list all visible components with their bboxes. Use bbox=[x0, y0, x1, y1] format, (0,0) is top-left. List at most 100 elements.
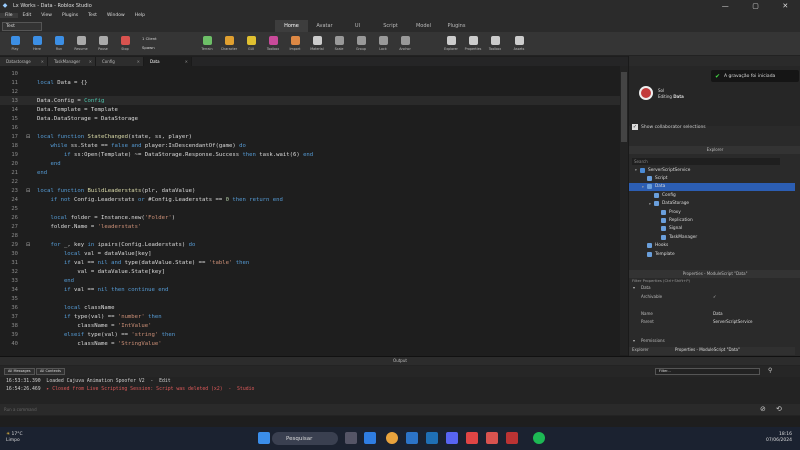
collaborator-selections-toggle[interactable]: ✓ Show collaborator selections bbox=[632, 124, 706, 130]
menu-test[interactable]: Test bbox=[83, 13, 102, 18]
code-line[interactable]: 22 bbox=[0, 177, 628, 186]
code-line[interactable]: 13 Data.Config = Config bbox=[0, 96, 628, 105]
code-line[interactable]: 32 val = dataValue.State[key] bbox=[0, 267, 628, 276]
mode-selector[interactable]: Test bbox=[2, 21, 42, 31]
explorer-item[interactable]: ▾ DataStorage bbox=[629, 200, 795, 208]
menu-file[interactable]: File bbox=[0, 13, 18, 18]
ribbon-button-play[interactable]: Play bbox=[4, 34, 26, 54]
spawn-dropdown[interactable]: Spawn bbox=[142, 45, 155, 50]
ribbon-button-toolbox[interactable]: Toolbox bbox=[262, 34, 284, 54]
close-tab-icon[interactable]: ✕ bbox=[185, 59, 188, 64]
script-editor[interactable]: 40 className = 'StringValue' 39 elseif ty… bbox=[0, 66, 628, 355]
code-line[interactable]: 28 bbox=[0, 231, 628, 240]
code-line[interactable]: 21 end bbox=[0, 168, 628, 177]
code-line[interactable]: 19 if ss:Open(Template) ~= DataStorage.R… bbox=[0, 150, 628, 159]
code-line[interactable]: 40 className = 'StringValue' bbox=[0, 339, 628, 348]
app-icon[interactable] bbox=[486, 432, 498, 444]
tab-ui[interactable]: UI bbox=[341, 20, 374, 32]
code-line[interactable]: 25 bbox=[0, 204, 628, 213]
ribbon-button-scale[interactable]: Scale bbox=[328, 34, 350, 54]
ribbon-button-import[interactable]: Import bbox=[284, 34, 306, 54]
close-tab-icon[interactable]: ✕ bbox=[41, 59, 44, 64]
spotify-icon[interactable] bbox=[533, 432, 545, 444]
close-tab-icon[interactable]: ✕ bbox=[89, 59, 92, 64]
code-line[interactable]: 27 folder.Name = 'leaderstats' bbox=[0, 222, 628, 231]
chrome-icon[interactable] bbox=[386, 432, 398, 444]
stop-icon[interactable]: ⊘ bbox=[760, 405, 766, 413]
checkbox-icon[interactable]: ✓ bbox=[632, 124, 638, 130]
properties-section-data[interactable]: ▾ Data bbox=[629, 285, 795, 293]
explorer-item[interactable]: ▾ ServerScriptService bbox=[629, 166, 795, 174]
property-row[interactable]: Name Data bbox=[629, 311, 795, 319]
tab-model[interactable]: Model bbox=[407, 20, 440, 32]
output-filter-input[interactable]: Filter... bbox=[655, 368, 760, 375]
command-input[interactable]: Run a command bbox=[4, 407, 37, 412]
explorer-item[interactable]: Replication bbox=[629, 216, 795, 224]
ribbon-button-toolbox[interactable]: Toolbox bbox=[484, 34, 506, 54]
players-dropdown[interactable]: 1 Client bbox=[142, 36, 157, 41]
property-value[interactable]: Data bbox=[713, 311, 723, 316]
code-line[interactable]: 31 if val == nil and type(dataValue.Stat… bbox=[0, 258, 628, 267]
tab-script[interactable]: Script bbox=[374, 20, 407, 32]
code-line[interactable]: 35 bbox=[0, 294, 628, 303]
code-line[interactable]: 38 className = 'IntValue' bbox=[0, 321, 628, 330]
explorer-search-input[interactable]: Search bbox=[632, 158, 780, 165]
taskbar-search[interactable]: Pesquisar bbox=[272, 432, 338, 445]
ribbon-button-terrain[interactable]: Terrain bbox=[196, 34, 218, 54]
ribbon-button-pause[interactable]: Pause bbox=[92, 34, 114, 54]
history-icon[interactable]: ⟲ bbox=[776, 405, 782, 413]
tab-home[interactable]: Home bbox=[275, 20, 308, 32]
app-icon[interactable] bbox=[506, 432, 518, 444]
menu-plugins[interactable]: Plugins bbox=[57, 13, 83, 18]
ribbon-button-stop[interactable]: Stop bbox=[114, 34, 136, 54]
ribbon-button-character[interactable]: Character bbox=[218, 34, 240, 54]
ribbon-button-run[interactable]: Run bbox=[48, 34, 70, 54]
scrollbar-thumb[interactable] bbox=[621, 72, 627, 142]
minimize-icon[interactable]: — bbox=[722, 2, 729, 10]
all-contexts-filter[interactable]: All Contexts bbox=[36, 368, 65, 375]
menu-window[interactable]: Window bbox=[102, 13, 130, 18]
task-view-icon[interactable] bbox=[345, 432, 357, 444]
code-line[interactable]: 33 end bbox=[0, 276, 628, 285]
command-bar[interactable]: Run a command ⊘ ⟲ bbox=[0, 404, 800, 415]
explorer-item[interactable]: Config bbox=[629, 191, 795, 199]
taskbar-clock[interactable]: 18:16 07/06/2024 bbox=[766, 432, 792, 444]
code-line[interactable]: 30 local val = dataValue[key] bbox=[0, 249, 628, 258]
doc-tab-datastorage[interactable]: Datastorage ✕ bbox=[0, 57, 48, 66]
explorer-item[interactable]: Proxy bbox=[629, 208, 795, 216]
code-line[interactable]: 12 bbox=[0, 87, 628, 96]
ribbon-button-assets[interactable]: Assets bbox=[508, 34, 530, 54]
code-line[interactable]: 24 if not Config.Leaderstats or #Config.… bbox=[0, 195, 628, 204]
discord-icon[interactable] bbox=[446, 432, 458, 444]
properties-section-permissions[interactable]: ▾ Permissions bbox=[629, 338, 795, 346]
explorer-item[interactable]: ▾ Data bbox=[629, 182, 795, 192]
code-line[interactable]: 39 elseif type(val) == 'string' then bbox=[0, 330, 628, 339]
fold-toggle-icon[interactable]: ⊟ bbox=[26, 242, 30, 248]
ribbon-button-lock[interactable]: Lock bbox=[372, 34, 394, 54]
tab-plugins[interactable]: Plugins bbox=[440, 20, 473, 32]
properties-filter-input[interactable]: Filter Properties (Ctrl+Shift+P) bbox=[632, 278, 798, 285]
ribbon-button-explorer[interactable]: Explorer bbox=[440, 34, 462, 54]
property-checkbox[interactable]: ✓ bbox=[713, 294, 716, 299]
ribbon-button-resume[interactable]: Resume bbox=[70, 34, 92, 54]
weather-widget[interactable]: ☀ 17°C Limpo bbox=[6, 432, 23, 444]
fold-toggle-icon[interactable]: ⊟ bbox=[26, 134, 30, 140]
ribbon-button-gui[interactable]: GUI bbox=[240, 34, 262, 54]
code-line[interactable]: 18 while ss.State == false and player:Is… bbox=[0, 141, 628, 150]
doc-tab-taskmanager[interactable]: TaskManager ✕ bbox=[48, 57, 96, 66]
vscode-icon[interactable] bbox=[426, 432, 438, 444]
code-line[interactable]: 23 ⊟ local function BuildLeaderstats(plr, … bbox=[0, 186, 628, 195]
doc-tab-config[interactable]: Config ✕ bbox=[96, 57, 144, 66]
doc-tab-data[interactable]: Data ✕ bbox=[144, 57, 192, 66]
code-line[interactable]: 14 Data.Template = Template bbox=[0, 105, 628, 114]
ribbon-button-group[interactable]: Group bbox=[350, 34, 372, 54]
explorer-item[interactable]: Script bbox=[629, 174, 795, 182]
code-line[interactable]: 29 ⊟ for _, key in ipairs(Config.Leaderst… bbox=[0, 240, 628, 249]
property-value[interactable]: ServerScriptService bbox=[713, 319, 753, 324]
explorer-app-icon[interactable] bbox=[364, 432, 376, 444]
code-line[interactable]: 20 end bbox=[0, 159, 628, 168]
code-line[interactable]: 34 if val == nil then continue end bbox=[0, 285, 628, 294]
menu-edit[interactable]: Edit bbox=[18, 13, 37, 18]
explorer-item[interactable]: Hooks bbox=[629, 242, 795, 250]
explorer-item[interactable]: TaskManager bbox=[629, 233, 795, 241]
